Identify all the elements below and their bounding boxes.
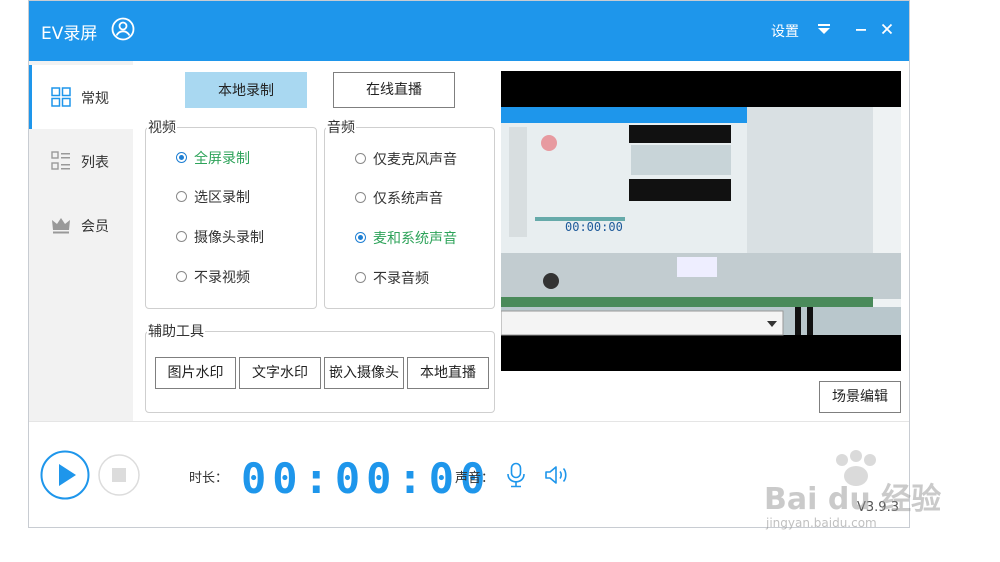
text-watermark-button[interactable]: 文字水印 <box>239 357 321 389</box>
list-icon <box>51 151 70 170</box>
sidebar-item-label: 列表 <box>81 155 109 171</box>
duration-timer: 00:00:00 <box>241 454 492 503</box>
stop-button[interactable] <box>98 454 140 496</box>
grid-icon <box>51 87 71 107</box>
sidebar-item-label: 常规 <box>81 91 109 107</box>
radio-label: 不录音频 <box>373 271 429 287</box>
scene-edit-button[interactable]: 场景编辑 <box>819 381 901 413</box>
preview-thumbnail: 00:00:00 <box>501 107 901 336</box>
svg-text:00:00:00: 00:00:00 <box>565 220 623 234</box>
baidu-watermark: Bai du 经验 jingyan.baidu.com <box>760 450 960 540</box>
app-window: EV录屏 设置 常规 列表 会员 本地录制 在线直播 视频 全屏录制 选区录制 … <box>28 0 910 528</box>
radio-button[interactable] <box>176 271 187 282</box>
watermark-brand: Bai du 经验 <box>764 482 942 517</box>
image-watermark-button[interactable]: 图片水印 <box>155 357 236 389</box>
user-icon[interactable] <box>111 17 135 41</box>
screen-preview: 00:00:00 <box>501 71 901 371</box>
radio-label: 仅麦克风声音 <box>373 152 457 168</box>
radio-label: 全屏录制 <box>194 151 250 167</box>
title-bar: EV录屏 设置 <box>29 1 909 61</box>
radio-button[interactable] <box>176 231 187 242</box>
radio-label: 摄像头录制 <box>194 230 264 246</box>
radio-label: 仅系统声音 <box>373 191 443 207</box>
radio-button[interactable] <box>355 272 366 283</box>
radio-label: 不录视频 <box>194 270 250 286</box>
crown-icon <box>52 218 70 234</box>
sound-label: 声音： <box>455 471 495 486</box>
local-live-button[interactable]: 本地直播 <box>407 357 489 389</box>
speaker-icon[interactable] <box>544 464 570 486</box>
dropdown-menu-icon[interactable] <box>814 19 834 39</box>
radio-button[interactable] <box>355 153 366 164</box>
radio-button[interactable] <box>355 192 366 203</box>
sidebar-item-member[interactable]: 会员 <box>29 193 133 257</box>
close-icon[interactable] <box>877 19 897 39</box>
radio-button[interactable] <box>176 191 187 202</box>
tools-group-label: 辅助工具 <box>147 321 205 341</box>
radio-button[interactable] <box>355 232 366 243</box>
duration-label: 时长： <box>189 471 229 486</box>
local-record-tab[interactable]: 本地录制 <box>185 72 307 108</box>
settings-button[interactable]: 设置 <box>771 21 799 41</box>
watermark-url: jingyan.baidu.com <box>766 516 877 530</box>
minimize-icon[interactable] <box>851 19 871 39</box>
radio-button[interactable] <box>176 152 187 163</box>
embed-camera-button[interactable]: 嵌入摄像头 <box>324 357 404 389</box>
online-live-tab[interactable]: 在线直播 <box>333 72 455 108</box>
sidebar: 常规 列表 会员 <box>29 61 133 421</box>
app-title: EV录屏 <box>41 24 98 44</box>
video-group-label: 视频 <box>147 117 177 137</box>
play-button[interactable] <box>40 450 90 500</box>
sidebar-item-label: 会员 <box>81 219 109 235</box>
radio-label: 麦和系统声音 <box>373 231 457 247</box>
sidebar-item-list[interactable]: 列表 <box>29 129 133 193</box>
sidebar-item-general[interactable]: 常规 <box>29 65 133 129</box>
audio-group-label: 音频 <box>326 117 356 137</box>
microphone-icon[interactable] <box>505 462 527 488</box>
radio-label: 选区录制 <box>194 190 250 206</box>
